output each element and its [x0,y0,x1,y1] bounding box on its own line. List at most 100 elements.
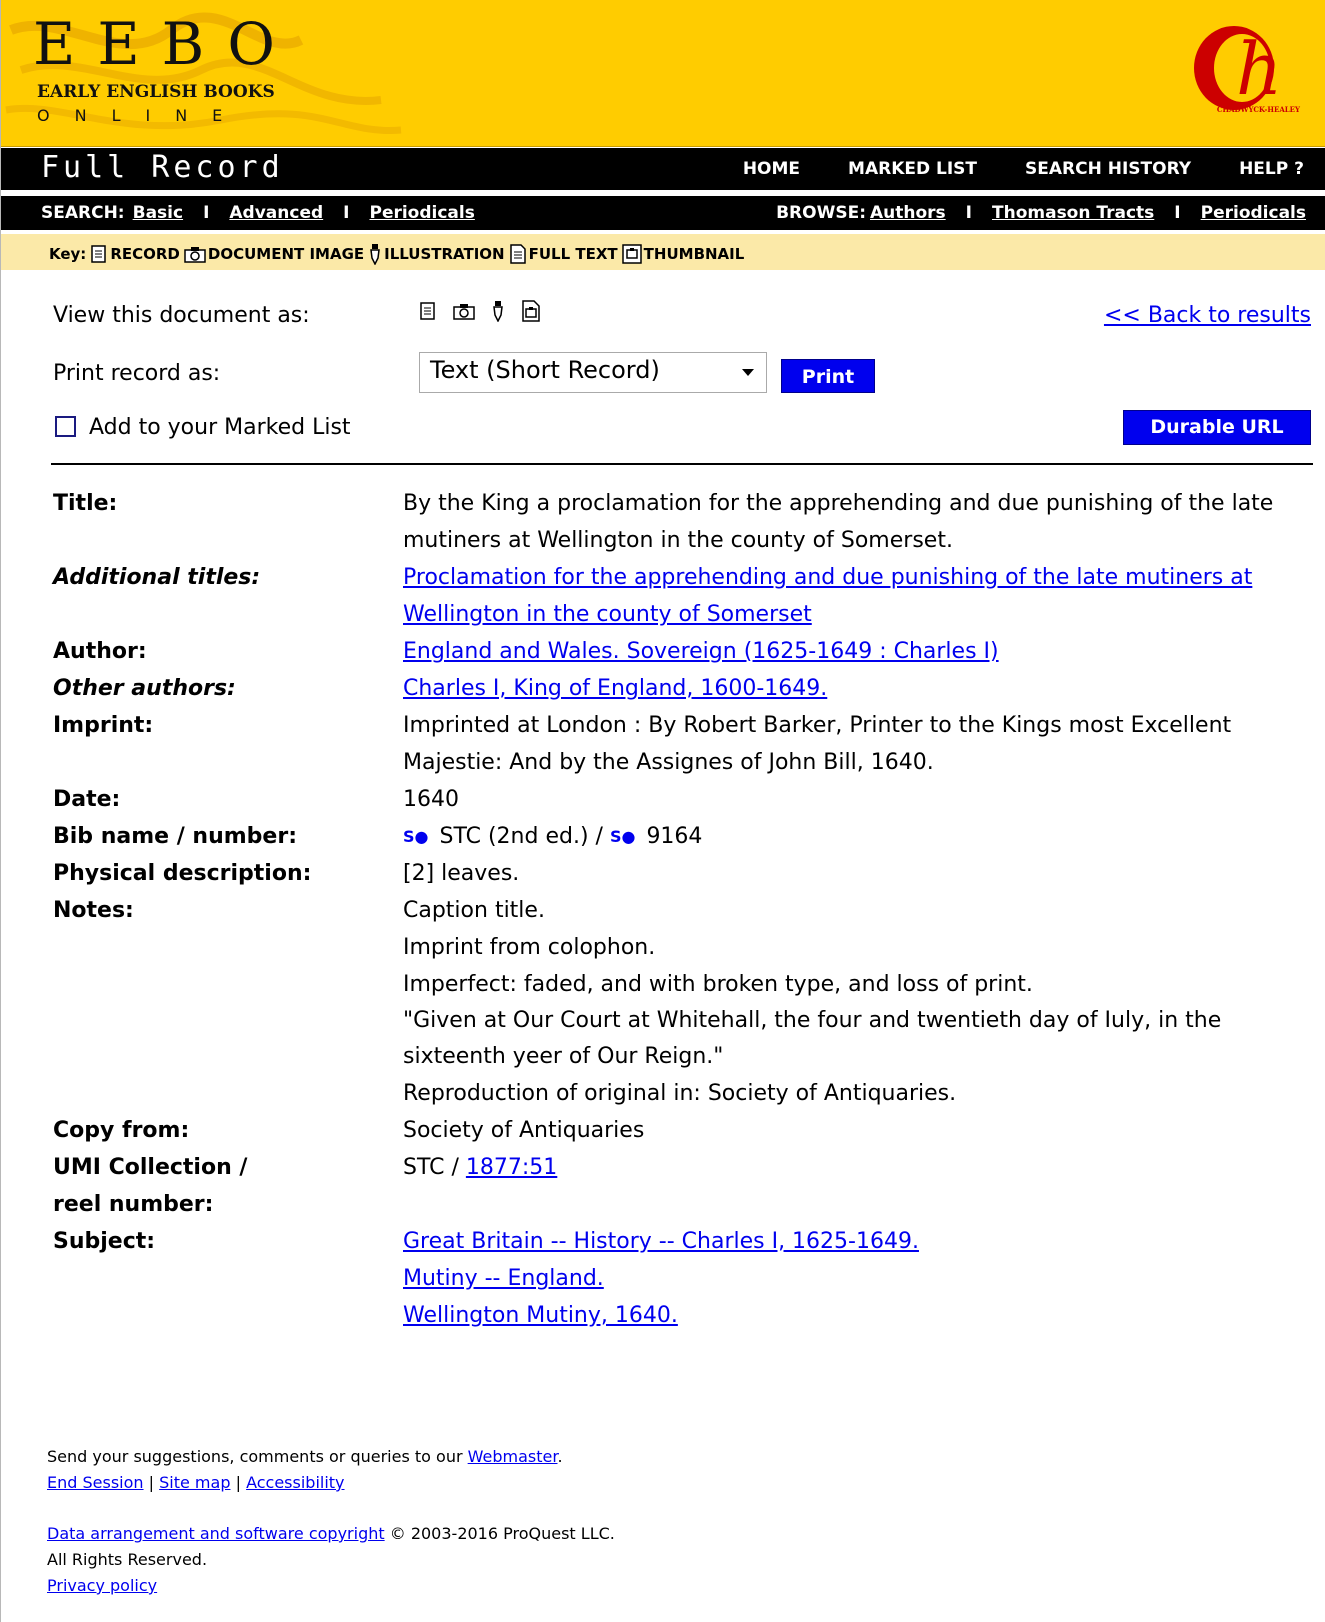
imprint-value: Imprinted at London : By Robert Barker, … [403,713,1232,775]
field-additional-titles: Additional titles: Proclamation for the … [53,559,1313,633]
browse-group: BROWSE: Authors I Thomason Tracts I Peri… [776,203,1306,223]
field-label: Physical description: [53,861,312,886]
end-session-link[interactable]: End Session [47,1473,144,1492]
bibliography-icon[interactable]: S● [403,818,429,855]
bibliography-icon[interactable]: S● [610,818,636,855]
field-copy-from: Copy from: Society of Antiquaries [53,1112,1313,1149]
site-map-link[interactable]: Site map [159,1473,230,1492]
key-label: Key: [49,245,87,263]
divider [51,463,1313,465]
search-label: SEARCH: [41,203,125,223]
separator: I [1174,203,1181,223]
eebo-logo-subtitle: EARLY ENGLISH BOOKS [37,82,275,102]
note-item: Imprint from colophon. [403,935,656,960]
nav-search-history[interactable]: SEARCH HISTORY [1025,159,1191,179]
key-document-image-label: DOCUMENT IMAGE [207,245,365,263]
search-basic-link[interactable]: Basic [133,203,183,223]
footer: Send your suggestions, comments or queri… [47,1444,615,1599]
accessibility-link[interactable]: Accessibility [246,1473,344,1492]
other-author-link[interactable]: Charles I, King of England, 1600-1649. [403,676,827,701]
privacy-policy-link[interactable]: Privacy policy [47,1576,157,1595]
browse-thomason-tracts-link[interactable]: Thomason Tracts [992,203,1154,223]
copyright-text: © 2003-2016 ProQuest LLC. [389,1524,615,1543]
eebo-logo-online: ONLINE [37,106,248,125]
additional-title-link[interactable]: Proclamation for the apprehending and du… [403,565,1252,627]
view-document-label: View this document as: [53,303,310,328]
bib-number: 9164 [646,824,703,849]
search-group: SEARCH: Basic I Advanced I Periodicals [41,203,475,223]
camera-icon[interactable] [453,302,475,320]
site-banner: EEBO EARLY ENGLISH BOOKS ONLINE h CHADWY… [1,0,1325,147]
field-label: Date: [53,787,121,812]
durable-url-button[interactable]: Durable URL [1123,410,1311,445]
author-link[interactable]: England and Wales. Sovereign (1625-1649 … [403,639,999,664]
key-thumbnail-label: THUMBNAIL [643,245,745,263]
search-advanced-link[interactable]: Advanced [229,203,323,223]
search-browse-bar: SEARCH: Basic I Advanced I Periodicals B… [1,196,1325,230]
record-icon[interactable] [419,302,437,320]
svg-text:h: h [1236,27,1282,111]
field-umi-collection: UMI Collection / reel number: STC / 1877… [53,1149,1313,1223]
separator: I [965,203,972,223]
field-other-authors: Other authors: Charles I, King of Englan… [53,670,1313,707]
icon-key-bar: Key: RECORD DOCUMENT IMAGE ILLUSTRATION … [1,234,1325,270]
print-format-value: Text (Short Record) [430,356,660,384]
field-label: Other authors: [53,676,236,701]
subject-link[interactable]: Wellington Mutiny, 1640. [403,1303,678,1328]
field-label: reel number: [53,1192,214,1217]
browse-authors-link[interactable]: Authors [870,203,946,223]
field-bib: Bib name / number: S● STC (2nd ed.) / S●… [53,818,1313,855]
webmaster-link[interactable]: Webmaster [468,1447,558,1466]
nav-help[interactable]: HELP ? [1239,159,1304,179]
title-bar: Full Record HOME MARKED LIST SEARCH HIST… [1,148,1325,190]
marked-list-label[interactable]: Add to your Marked List [89,415,351,440]
search-periodicals-link[interactable]: Periodicals [369,203,474,223]
date-value: 1640 [403,787,459,812]
fulltext-icon [509,244,526,264]
browse-periodicals-link[interactable]: Periodicals [1201,203,1306,223]
rights-text: All Rights Reserved. [47,1550,208,1569]
separator: I [203,203,210,223]
field-label: Additional titles: [53,565,261,590]
thumbnail-icon [621,244,642,264]
subject-link[interactable]: Mutiny -- England. [403,1266,604,1291]
chadwyck-healey-logo-icon[interactable]: h [1190,18,1302,118]
nav-marked-list[interactable]: MARKED LIST [848,159,977,179]
record-icon [91,245,107,263]
record-details: Title: By the King a proclamation for th… [53,485,1313,1334]
marked-list-checkbox[interactable] [55,416,76,437]
browse-label: BROWSE: [776,203,866,223]
note-item: Imperfect: faded, and with broken type, … [403,972,1033,997]
print-button[interactable]: Print [781,359,875,393]
key-record-label: RECORD [110,245,180,263]
field-notes: Notes: Caption title. Imprint from colop… [53,892,1313,1112]
field-imprint: Imprint: Imprinted at London : By Robert… [53,707,1313,781]
camera-icon [184,247,206,263]
reel-number-link[interactable]: 1877:51 [466,1155,557,1180]
thumbnail-icon[interactable] [521,300,541,322]
copyright-line: Data arrangement and software copyright … [47,1521,615,1547]
publisher-logo-text: CHADWYCK-HEALEY [1216,105,1300,114]
field-label: Subject: [53,1229,156,1254]
view-icons [419,300,541,322]
field-label: Bib name / number: [53,824,297,849]
top-navigation: HOME MARKED LIST SEARCH HISTORY HELP ? [743,159,1304,179]
print-format-select[interactable]: Text (Short Record) [419,352,767,393]
nav-home[interactable]: HOME [743,159,800,179]
physical-value: [2] leaves. [403,861,520,886]
field-label: Author: [53,639,147,664]
chevron-down-icon [742,369,754,376]
field-date: Date: 1640 [53,781,1313,818]
pen-icon[interactable] [491,300,505,322]
field-physical-description: Physical description: [2] leaves. [53,855,1313,892]
page-title: Full Record [41,150,284,185]
field-title: Title: By the King a proclamation for th… [53,485,1313,559]
field-author: Author: England and Wales. Sovereign (16… [53,633,1313,670]
title-value: By the King a proclamation for the appre… [403,491,1274,553]
back-to-results-link[interactable]: << Back to results [1104,303,1311,328]
subject-link[interactable]: Great Britain -- History -- Charles I, 1… [403,1229,919,1254]
copyright-link[interactable]: Data arrangement and software copyright [47,1524,385,1543]
key-full-text-label: FULL TEXT [528,245,618,263]
pen-icon [370,244,380,265]
eebo-logo[interactable]: EEBO [33,12,297,76]
